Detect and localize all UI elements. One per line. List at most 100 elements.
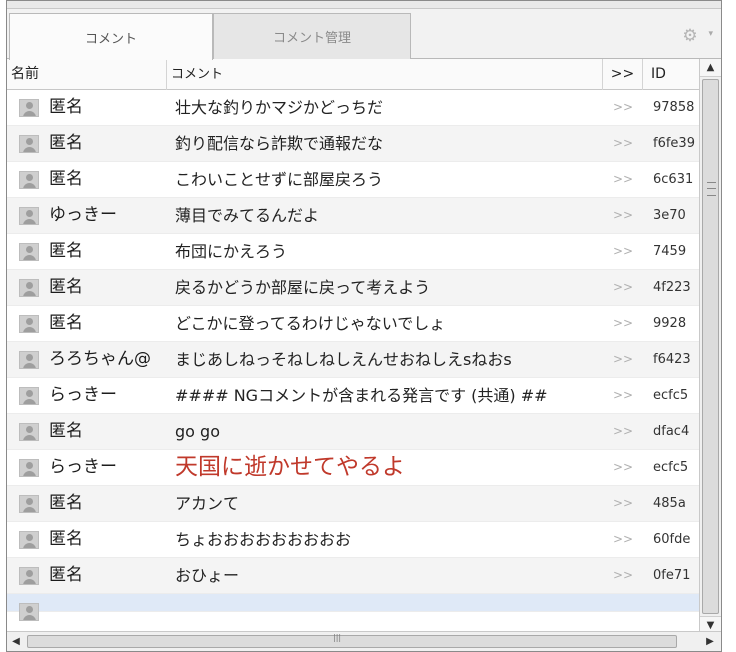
- reply-link[interactable]: >>: [603, 234, 643, 269]
- reply-link[interactable]: >>: [603, 162, 643, 197]
- comment-text: 薄目でみてるんだよ: [175, 206, 320, 225]
- comment-row[interactable]: らっきー 天国に逝かせてやるよ >> ecfc5: [7, 450, 699, 486]
- reply-link[interactable]: >>: [603, 270, 643, 305]
- comment-id: 3e70: [653, 208, 686, 223]
- comment-text-highlighted: 天国に逝かせてやるよ: [175, 454, 405, 480]
- reply-link[interactable]: >>: [603, 522, 643, 557]
- comment-author: 匿名: [49, 97, 83, 117]
- comment-text: おひょー: [175, 566, 240, 585]
- avatar-icon: [19, 459, 39, 477]
- column-header: 名前 コメント >> ID: [7, 59, 699, 90]
- horizontal-scroll-thumb[interactable]: [27, 633, 677, 648]
- comment-row[interactable]: 匿名 アカンて >> 485a: [7, 486, 699, 522]
- comment-row[interactable]: 匿名 どこかに登ってるわけじゃないでしょ >> 9928: [7, 306, 699, 342]
- comment-id: ecfc5: [653, 388, 689, 403]
- comment-row[interactable]: 匿名 go go >> dfac4: [7, 414, 699, 450]
- comment-text: どこかに登ってるわけじゃないでしょ: [175, 314, 446, 333]
- vertical-scroll-thumb[interactable]: [702, 79, 719, 614]
- scroll-up-icon[interactable]: ▲: [700, 59, 721, 77]
- comment-row[interactable]: ゆっきー 薄目でみてるんだよ >> 3e70: [7, 198, 699, 234]
- column-header-jump[interactable]: >>: [603, 59, 643, 90]
- scroll-left-icon[interactable]: ◀: [7, 632, 25, 651]
- comment-author: 匿名: [49, 313, 83, 333]
- comment-id: 0fe71: [653, 568, 691, 583]
- comment-id: f6423: [653, 352, 691, 367]
- comment-id: 4f223: [653, 280, 691, 295]
- comment-author: 匿名: [49, 241, 83, 261]
- comment-author: ろろちゃん@: [49, 349, 151, 369]
- avatar-icon: [19, 135, 39, 153]
- horizontal-scrollbar[interactable]: ◀ ▶: [7, 631, 721, 651]
- avatar-icon: [19, 207, 39, 225]
- comment-list: 匿名 壮大な釣りかマジかどっちだ >> 97858 匿名 釣り配信なら詐欺で通報…: [7, 90, 699, 630]
- reply-link[interactable]: >>: [603, 90, 643, 125]
- reply-link[interactable]: >>: [603, 126, 643, 161]
- comment-text: こわいことせずに部屋戻ろう: [175, 170, 384, 189]
- comment-author: 匿名: [49, 565, 83, 585]
- reply-link[interactable]: >>: [603, 558, 643, 593]
- comment-text: go go: [175, 422, 220, 441]
- comment-id: f6fe39: [653, 136, 695, 151]
- comment-text: 戻るかどうか部屋に戻って考えよう: [175, 278, 431, 297]
- tab-bar: コメント コメント管理 ⚙ ▾: [7, 1, 721, 60]
- comment-row[interactable]: 匿名 こわいことせずに部屋戻ろう >> 6c631: [7, 162, 699, 198]
- comment-row[interactable]: ろろちゃん@ まじあしねっそねしねしえんせおねしえsねおs >> f6423: [7, 342, 699, 378]
- comment-text: アカンて: [175, 494, 240, 513]
- reply-link[interactable]: >>: [603, 198, 643, 233]
- avatar-icon: [19, 567, 39, 585]
- comment-author: ゆっきー: [49, 205, 117, 225]
- comment-author: 匿名: [49, 421, 83, 441]
- comment-id: 7459: [653, 244, 687, 259]
- column-header-id[interactable]: ID: [643, 59, 699, 90]
- avatar-icon: [19, 279, 39, 297]
- avatar-icon: [19, 387, 39, 405]
- column-header-comment[interactable]: コメント: [167, 59, 603, 90]
- chevron-down-icon[interactable]: ▾: [708, 29, 713, 39]
- reply-link[interactable]: >>: [603, 414, 643, 449]
- comment-author: 匿名: [49, 529, 83, 549]
- comment-row[interactable]: 匿名 布団にかえろう >> 7459: [7, 234, 699, 270]
- comment-author: 匿名: [49, 133, 83, 153]
- reply-link[interactable]: >>: [603, 486, 643, 521]
- comment-id: ecfc5: [653, 460, 689, 475]
- reply-link[interactable]: >>: [603, 342, 643, 377]
- column-header-name[interactable]: 名前: [7, 59, 167, 90]
- avatar-icon: [19, 243, 39, 261]
- avatar-icon: [19, 423, 39, 441]
- comment-id: 97858: [653, 100, 695, 115]
- grip-icon: [707, 182, 716, 196]
- reply-link[interactable]: >>: [603, 450, 643, 485]
- comment-row[interactable]: 匿名 壮大な釣りかマジかどっちだ >> 97858: [7, 90, 699, 126]
- comment-row[interactable]: らっきー #### NGコメントが含まれる発言です (共通) ## >> ecf…: [7, 378, 699, 414]
- comment-text: まじあしねっそねしねしえんせおねしえsねおs: [175, 350, 512, 369]
- comment-id: 60fde: [653, 532, 691, 547]
- reply-link[interactable]: >>: [603, 306, 643, 341]
- reply-link[interactable]: >>: [603, 378, 643, 413]
- avatar-icon: [19, 315, 39, 333]
- scroll-right-icon[interactable]: ▶: [701, 632, 719, 651]
- avatar-icon: [19, 531, 39, 549]
- comment-row-selected[interactable]: [7, 594, 699, 621]
- comment-text: 壮大な釣りかマジかどっちだ: [175, 98, 384, 117]
- top-divider: [7, 1, 721, 9]
- avatar-icon: [19, 99, 39, 117]
- comment-text: 布団にかえろう: [175, 242, 288, 261]
- gear-icon[interactable]: ⚙: [679, 25, 701, 47]
- comment-row[interactable]: 匿名 おひょー >> 0fe71: [7, 558, 699, 594]
- comment-row[interactable]: 匿名 釣り配信なら詐欺で通報だな >> f6fe39: [7, 126, 699, 162]
- comment-row[interactable]: 匿名 ちょおおおおおおおおお >> 60fde: [7, 522, 699, 558]
- comment-id: 9928: [653, 316, 687, 331]
- comment-id: dfac4: [653, 424, 690, 439]
- avatar-icon: [19, 603, 39, 621]
- comment-text: 釣り配信なら詐欺で通報だな: [175, 134, 384, 153]
- vertical-scrollbar[interactable]: ▲ ▼: [699, 59, 721, 634]
- comment-author: 匿名: [49, 277, 83, 297]
- avatar-icon: [19, 495, 39, 513]
- tab-comment-management[interactable]: コメント管理: [213, 13, 411, 59]
- comment-window: コメント コメント管理 ⚙ ▾ 名前 コメント >> ID 匿名 壮大な釣りかマ…: [6, 0, 722, 652]
- comment-id: 6c631: [653, 172, 694, 187]
- comment-id: 485a: [653, 496, 686, 511]
- comment-row[interactable]: 匿名 戻るかどうか部屋に戻って考えよう >> 4f223: [7, 270, 699, 306]
- comment-author: らっきー: [49, 385, 117, 405]
- tab-comments[interactable]: コメント: [9, 13, 213, 60]
